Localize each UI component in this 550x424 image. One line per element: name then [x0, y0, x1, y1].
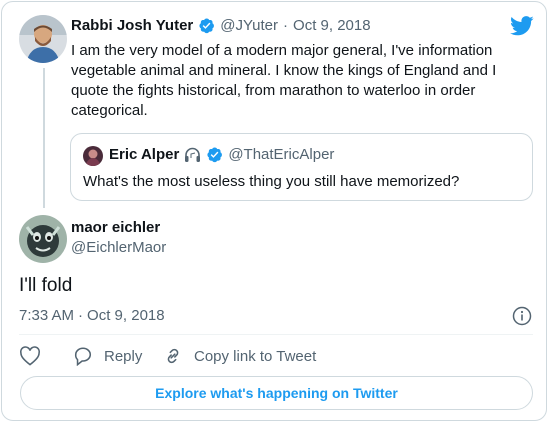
tweet-time[interactable]: 7:33 AM	[19, 307, 74, 324]
main-author-name[interactable]: maor eichler	[71, 219, 160, 236]
main-tweet-text: I'll fold	[19, 275, 73, 296]
inner-author-name: Eric Alper	[109, 146, 180, 163]
copy-link-button[interactable]: Copy link to Tweet	[162, 346, 316, 366]
verified-badge-icon	[206, 146, 223, 163]
tweet-date[interactable]: Oct 9, 2018	[87, 307, 165, 324]
twitter-logo-icon[interactable]	[510, 16, 534, 41]
avatar-maor-eichler[interactable]	[19, 215, 67, 263]
quoted-tweet-text: I am the very model of a modern major ge…	[71, 42, 497, 119]
copy-link-label: Copy link to Tweet	[194, 347, 317, 365]
quoted-author-handle[interactable]: @JYuter	[220, 17, 278, 34]
tweet-embed-card: Rabbi Josh Yuter @JYuter · Oct 9, 2018 I…	[1, 1, 547, 421]
inner-quote-text: What's the most useless thing you still …	[83, 173, 460, 190]
header-separator: ·	[283, 17, 289, 34]
quoted-tweet-header: Rabbi Josh Yuter @JYuter · Oct 9, 2018	[71, 17, 371, 34]
reply-button[interactable]: Reply	[72, 346, 142, 366]
reply-label: Reply	[104, 347, 143, 365]
like-button[interactable]	[19, 346, 41, 366]
quoted-tweet-date[interactable]: Oct 9, 2018	[293, 17, 371, 34]
timestamp-separator: ·	[78, 307, 84, 324]
quoted-author-name[interactable]: Rabbi Josh Yuter	[71, 17, 193, 34]
info-icon[interactable]	[512, 306, 532, 331]
main-tweet-timestamp[interactable]: 7:33 AM · Oct 9, 2018	[19, 307, 165, 324]
link-icon	[162, 346, 184, 366]
avatar-eric-alper	[83, 146, 103, 166]
inner-author-handle: @ThatEricAlper	[228, 146, 335, 163]
heart-icon	[19, 346, 41, 366]
explore-label: Explore what's happening on Twitter	[155, 385, 398, 401]
verified-badge-icon	[198, 17, 215, 34]
actions-divider	[19, 334, 533, 335]
thread-connector-line	[43, 68, 45, 208]
headphones-icon	[184, 147, 201, 163]
avatar-rabbi-josh-yuter[interactable]	[19, 15, 67, 63]
reply-icon	[72, 346, 94, 366]
explore-twitter-button[interactable]: Explore what's happening on Twitter	[20, 376, 533, 410]
main-author-handle[interactable]: @EichlerMaor	[71, 239, 166, 256]
inner-quote-header: Eric Alper @ThatEricAlper	[109, 146, 334, 163]
inner-quote-card[interactable]: Eric Alper @ThatEricAlper What's the mos…	[70, 133, 533, 201]
